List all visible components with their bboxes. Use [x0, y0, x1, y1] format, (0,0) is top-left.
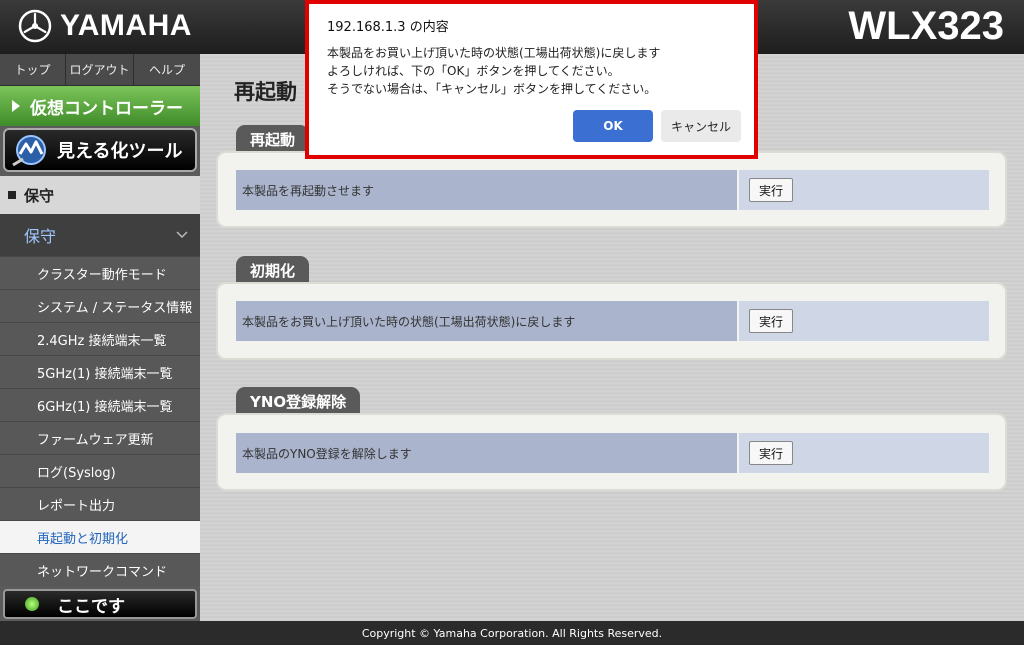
- sidebar-item-6ghz-clients[interactable]: 6GHz(1) 接続端末一覧: [0, 388, 200, 421]
- chevron-down-icon: [176, 231, 188, 239]
- page-title: 再起動: [234, 80, 297, 104]
- section-tab-yno-unregister: YNO登録解除: [236, 387, 361, 413]
- maintenance-section-header: 保守: [0, 176, 200, 214]
- copyright-text: Copyright © Yamaha Corporation. All Righ…: [361, 626, 663, 640]
- sidebar-item-report-output[interactable]: レポート出力: [0, 487, 200, 520]
- visualization-tool-icon: [12, 135, 46, 167]
- nav-logout-link[interactable]: ログアウト: [66, 54, 134, 85]
- yamaha-logo[interactable]: YAMAHA: [18, 9, 192, 43]
- initialize-description: 本製品をお買い上げ頂いた時の状態(工場出荷状態)に戻します: [236, 301, 739, 341]
- section-yno-unregister: 本製品のYNO登録を解除します 実行: [216, 413, 1007, 491]
- sidebar-item-24ghz-clients[interactable]: 2.4GHz 接続端末一覧: [0, 322, 200, 355]
- triangle-right-icon: [12, 100, 20, 112]
- here-button-label: ここです: [57, 596, 125, 617]
- maintenance-submenu-toggle[interactable]: 保守: [0, 214, 200, 256]
- sidebar-item-firmware-update[interactable]: ファームウェア更新: [0, 421, 200, 454]
- yamaha-tuning-fork-icon: [18, 9, 52, 43]
- section-tab-restart: 再起動: [236, 125, 310, 151]
- maintenance-section-label: 保守: [24, 186, 55, 205]
- section-restart: 本製品を再起動させます 実行: [216, 151, 1007, 228]
- sidebar-item-restart-init[interactable]: 再起動と初期化: [0, 520, 200, 553]
- dialog-title: 192.168.1.3 の内容: [327, 20, 449, 35]
- yno-unregister-action-cell: 実行: [739, 433, 989, 473]
- initialize-execute-button[interactable]: 実行: [749, 309, 794, 333]
- sidebar-item-syslog[interactable]: ログ(Syslog): [0, 454, 200, 487]
- yno-unregister-row: 本製品のYNO登録を解除します 実行: [236, 433, 989, 473]
- nav-help-link[interactable]: ヘルプ: [134, 54, 200, 85]
- dialog-ok-button[interactable]: OK: [573, 110, 653, 142]
- visualization-tool-label: 見える化ツール: [57, 141, 183, 162]
- sidebar-item-5ghz-clients[interactable]: 5GHz(1) 接続端末一覧: [0, 355, 200, 388]
- dialog-cancel-button[interactable]: キャンセル: [661, 110, 741, 142]
- model-name: WLX323: [848, 4, 1004, 48]
- yno-unregister-description: 本製品のYNO登録を解除します: [236, 433, 739, 473]
- restart-row: 本製品を再起動させます 実行: [236, 170, 989, 210]
- initialize-action-cell: 実行: [739, 301, 989, 341]
- initialize-row: 本製品をお買い上げ頂いた時の状態(工場出荷状態)に戻します 実行: [236, 301, 989, 341]
- dialog-message-line: 本製品をお買い上げ頂いた時の状態(工場出荷状態)に戻します: [327, 46, 661, 60]
- dialog-message: 本製品をお買い上げ頂いた時の状態(工場出荷状態)に戻します よろしければ、下の「…: [327, 44, 660, 98]
- dialog-message-line: そうでない場合は、「キャンセル」ボタンを押してください。: [327, 82, 657, 96]
- visualization-tool-button[interactable]: 見える化ツール: [3, 128, 197, 172]
- green-led-icon: [25, 597, 39, 611]
- section-initialize: 本製品をお買い上げ頂いた時の状態(工場出荷状態)に戻します 実行: [216, 282, 1007, 360]
- maintenance-submenu-label: 保守: [24, 227, 57, 246]
- restart-description: 本製品を再起動させます: [236, 170, 739, 210]
- confirm-dialog: 192.168.1.3 の内容 本製品をお買い上げ頂いた時の状態(工場出荷状態)…: [305, 0, 758, 159]
- restart-action-cell: 実行: [739, 170, 989, 210]
- sidebar-item-system-status[interactable]: システム / ステータス情報: [0, 289, 200, 322]
- square-bullet-icon: [8, 191, 16, 199]
- section-tab-initialize: 初期化: [236, 256, 310, 282]
- yno-unregister-execute-button[interactable]: 実行: [749, 441, 794, 465]
- brand-name: YAMAHA: [60, 9, 192, 42]
- sidebar: トップ ログアウト ヘルプ 仮想コントローラー 見える化ツール 保守 保守 クラ…: [0, 54, 200, 621]
- footer: Copyright © Yamaha Corporation. All Righ…: [0, 621, 1024, 645]
- top-nav: トップ ログアウト ヘルプ: [0, 54, 200, 86]
- nav-top-link[interactable]: トップ: [0, 54, 66, 85]
- restart-execute-button[interactable]: 実行: [749, 178, 794, 202]
- sidebar-item-cluster-mode[interactable]: クラスター動作モード: [0, 256, 200, 289]
- sidebar-item-network-command[interactable]: ネットワークコマンド: [0, 553, 200, 586]
- virtual-controller-button[interactable]: 仮想コントローラー: [0, 86, 200, 126]
- virtual-controller-label: 仮想コントローラー: [30, 98, 183, 119]
- here-button[interactable]: ここです: [3, 589, 197, 619]
- dialog-message-line: よろしければ、下の「OK」ボタンを押してください。: [327, 64, 620, 78]
